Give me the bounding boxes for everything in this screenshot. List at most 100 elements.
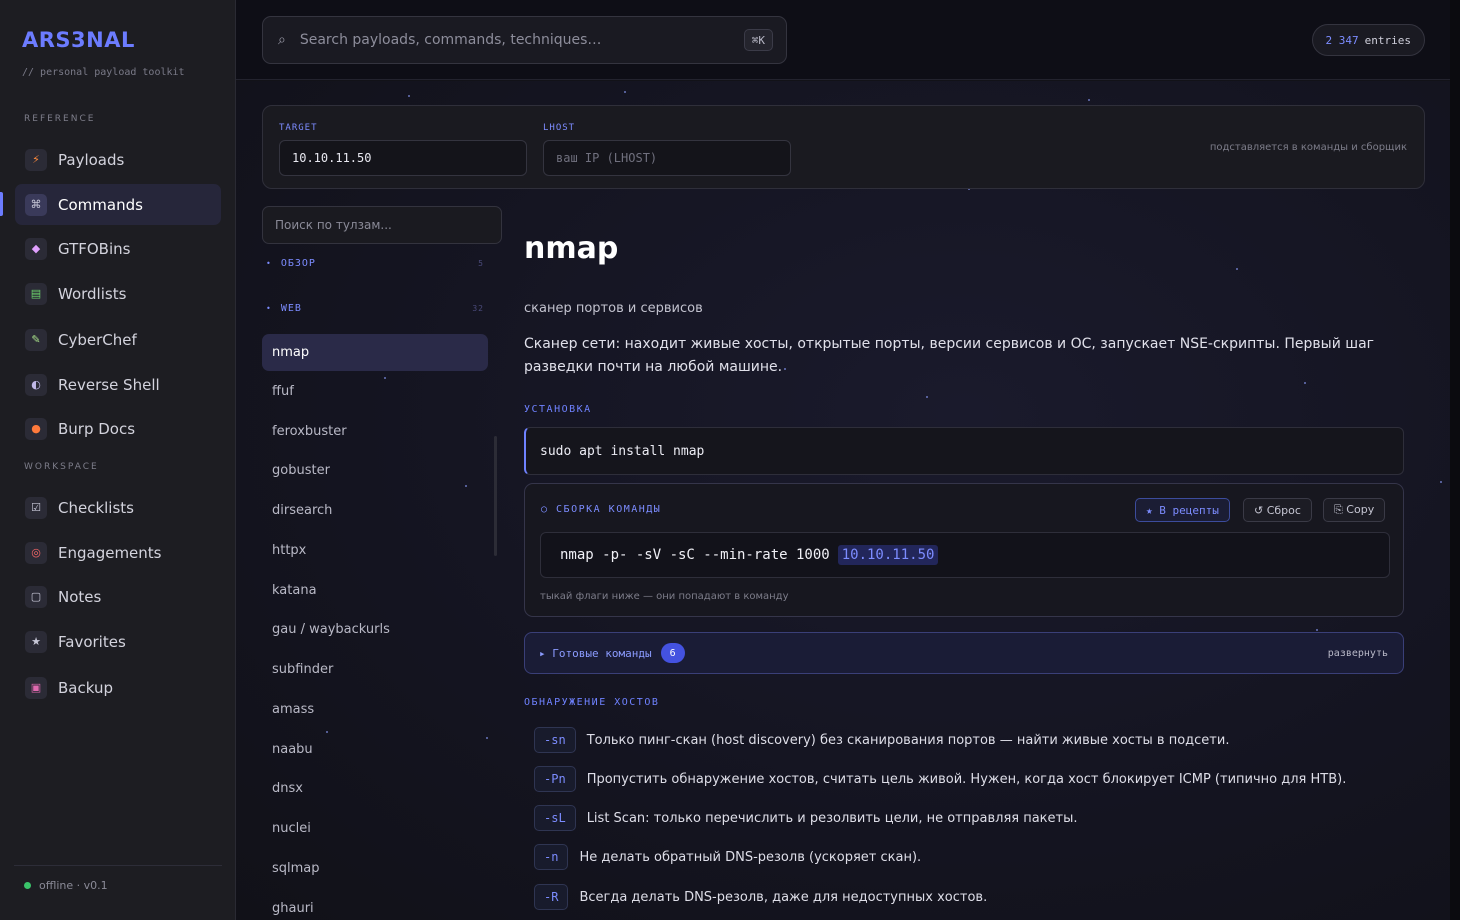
sidebar-item-commands[interactable]: ⌘ Commands [15,184,221,225]
add-to-recipes-button[interactable]: ★ В рецепты [1135,498,1230,522]
sidebar-item-engagements[interactable]: ◎ Engagements [15,532,221,573]
tool-item-nmap[interactable]: nmap [262,334,488,371]
tool-item[interactable]: sqlmap [262,850,488,887]
tools-list-scrollbar[interactable] [494,436,497,556]
sidebar-item-label: Wordlists [58,284,127,303]
active-indicator [0,192,3,216]
sidebar-item-label: Checklists [58,498,134,517]
builder-title: ○ СБОРКА КОМАНДЫ [541,504,662,515]
tool-item[interactable]: gau / waybackurls [262,611,488,648]
sidebar-item-label: Commands [58,195,143,214]
tool-item[interactable]: dirsearch [262,492,488,529]
main-area: TARGET 10.10.11.50 LHOST ваш IP (LHOST) … [236,81,1450,920]
sidebar-item-label: GTFOBins [58,239,131,258]
online-dot-icon [24,882,31,889]
star-decoration [1304,382,1306,384]
flag-chip[interactable]: -sn [534,727,576,753]
command-icon: ⌘ [25,193,47,216]
tool-item[interactable]: httpx [262,532,488,569]
ready-commands-toggle[interactable]: ▸ Готовые команды 6 развернуть [524,632,1404,674]
search-input[interactable]: Search payloads, commands, techniques… [300,32,602,48]
tool-item[interactable]: nuclei [262,810,488,847]
section-label-reference: REFERENCE [24,114,96,124]
sidebar-item-wordlists[interactable]: ▤ Wordlists [15,273,221,314]
tool-item[interactable]: subfinder [262,651,488,688]
tool-item[interactable]: ffuf [262,373,488,410]
sidebar-item-label: Backup [58,678,113,697]
floppy-icon: ▣ [25,676,47,699]
command-text: nmap -p- -sV -sC --min-rate 1000 [560,547,830,563]
tools-search-input[interactable]: Поиск по тулзам... [262,206,502,244]
sidebar-item-burp-docs[interactable]: ● Burp Docs [15,408,221,449]
window-scrollbar[interactable] [1450,0,1460,920]
flag-row: -Pn Пропустить обнаружение хостов, счита… [534,766,1346,792]
install-heading: УСТАНОВКА [524,404,592,415]
expand-link[interactable]: развернуть [1328,648,1388,659]
star-decoration [1316,629,1318,631]
sidebar-item-notes[interactable]: ▢ Notes [15,576,221,617]
tool-item[interactable]: naabu [262,731,488,768]
star-decoration [408,95,410,97]
shortcut-badge: ⌘K [743,29,773,51]
sidebar-item-favorites[interactable]: ★ Favorites [15,621,221,662]
flag-description: List Scan: только перечислить и резолвит… [586,810,1078,826]
lhost-input[interactable]: ваш IP (LHOST) [543,140,791,176]
flag-description: Пропустить обнаружение хостов, считать ц… [586,771,1347,787]
sidebar-item-payloads[interactable]: ⚡ Payloads [15,139,221,180]
sidebar-item-label: Notes [58,587,102,606]
flag-row: -sn Только пинг-скан (host discovery) бе… [534,727,1229,753]
group-web[interactable]: • WEB 32 [266,303,484,314]
flag-description: Не делать обратный DNS-резолв (ускоряет … [579,849,922,865]
tool-item[interactable]: ghauri [262,890,488,920]
star-decoration [624,91,626,93]
tool-item[interactable]: amass [262,691,488,728]
flag-chip[interactable]: -sL [534,805,576,831]
burp-icon: ● [25,417,47,440]
sidebar-item-label: CyberChef [58,330,137,349]
flags-heading: ОБНАРУЖЕНИЕ ХОСТОВ [524,697,660,708]
target-input[interactable]: 10.10.11.50 [279,140,527,176]
sidebar-item-gtfobins[interactable]: ◆ GTFOBins [15,228,221,269]
flag-row: -R Всегда делать DNS-резолв, даже для не… [534,884,987,910]
group-overview[interactable]: • ОБЗОР 5 [266,258,484,269]
topbar: ⌕ Search payloads, commands, techniques…… [236,0,1450,80]
built-command[interactable]: nmap -p- -sV -sC --min-rate 1000 10.10.1… [540,532,1390,578]
tool-item[interactable]: feroxbuster [262,413,488,450]
sidebar-item-checklists[interactable]: ☑ Checklists [15,487,221,528]
copy-button[interactable]: ⎘ Copy [1323,498,1386,522]
target-icon: ◎ [25,541,47,564]
lhost-label: LHOST [543,123,576,133]
note-icon: ▢ [25,585,47,608]
bottle-icon: ◆ [25,237,47,260]
sidebar-item-label: Payloads [58,150,125,169]
tool-item[interactable]: gobuster [262,452,488,489]
flag-chip[interactable]: -Pn [534,766,576,792]
target-label: TARGET [279,123,318,133]
flag-chip[interactable]: -n [534,844,569,870]
sidebar-item-label: Favorites [58,632,126,651]
install-command[interactable]: sudo apt install nmap [524,427,1404,475]
tool-item[interactable]: katana [262,572,488,609]
sidebar-item-cyberchef[interactable]: ✎ CyberChef [15,319,221,360]
sidebar-item-backup[interactable]: ▣ Backup [15,667,221,708]
flag-description: Только пинг-скан (host discovery) без ск… [586,732,1230,748]
star-decoration [1088,99,1090,101]
builder-hint: тыкай флаги ниже — они попадают в команд… [540,591,789,602]
flag-chip[interactable]: -R [534,884,569,910]
reset-button[interactable]: ↺ Сброс [1243,498,1312,522]
entries-counter: 2 347 entries [1311,24,1425,56]
star-decoration [1236,268,1238,270]
flag-row: -sL List Scan: только перечислить и резо… [534,805,1078,831]
pencil-icon: ✎ [25,328,47,351]
tool-item[interactable]: dnsx [262,770,488,807]
app-logo[interactable]: ARS3NAL [22,28,135,52]
app-tagline: // personal payload toolkit [22,67,185,78]
sidebar-item-reverse-shell[interactable]: ◐ Reverse Shell [15,364,221,405]
star-icon: ★ [25,630,47,653]
variables-panel: TARGET 10.10.11.50 LHOST ваш IP (LHOST) … [262,105,1425,189]
checkbox-icon: ☑ [25,496,47,519]
global-search[interactable]: ⌕ Search payloads, commands, techniques…… [262,16,787,64]
search-icon: ⌕ [278,32,286,48]
entries-count: 2 347 [1325,33,1359,47]
bullet-icon: • [266,304,272,313]
